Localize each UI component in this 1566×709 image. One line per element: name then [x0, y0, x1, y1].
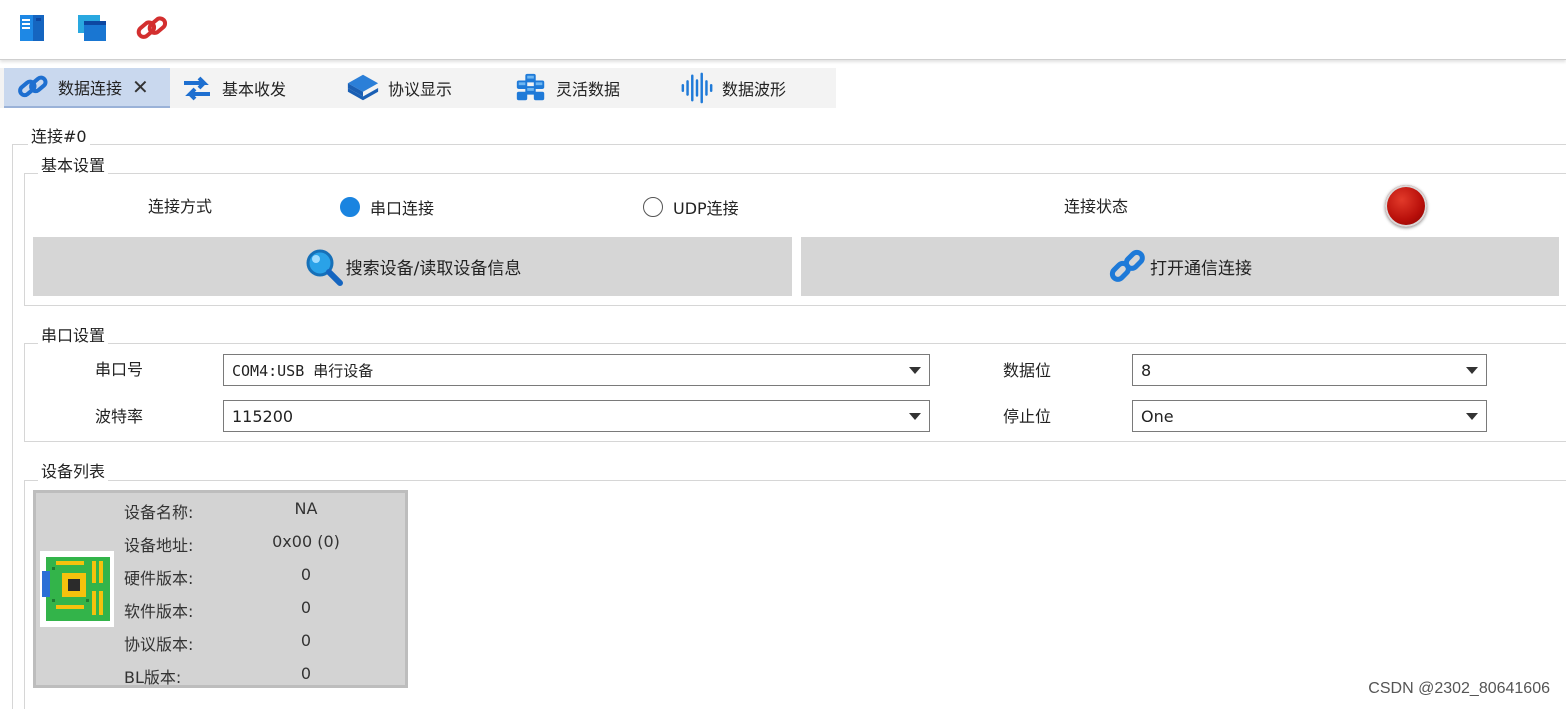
databits-value: 8 [1141, 360, 1152, 380]
bl-version-label: BL版本: [124, 668, 182, 687]
udp-connection-radio[interactable]: UDP连接 [643, 195, 739, 219]
layers-icon [346, 71, 380, 105]
protocol-version-label: 协议版本: [124, 635, 194, 654]
radio-selected-icon [340, 197, 360, 217]
tab-label: 数据波形 [722, 80, 787, 99]
tab-label: 灵活数据 [556, 80, 621, 99]
arrows-icon [180, 71, 214, 105]
radio-label: 串口连接 [370, 199, 435, 218]
stopbits-label: 停止位 [1003, 407, 1052, 426]
basic-settings-title: 基本设置 [38, 156, 109, 176]
device-name-label: 设备名称: [124, 503, 194, 522]
tab-label: 协议显示 [388, 80, 453, 99]
close-icon[interactable]: ✕ [132, 75, 149, 99]
tab-protocol-display[interactable]: 协议显示 [346, 68, 496, 108]
tab-label: 数据连接 [58, 79, 123, 98]
device-address-value: 0x00 (0) [272, 532, 340, 551]
search-device-button[interactable]: 搜索设备/读取设备信息 [33, 237, 792, 296]
databits-select[interactable]: 8 [1132, 354, 1487, 386]
serial-connection-radio[interactable]: 串口连接 [340, 195, 434, 219]
chevron-down-icon [1466, 413, 1478, 420]
top-toolbar [0, 0, 1566, 60]
software-version-value: 0 [300, 598, 312, 617]
windows-icon[interactable] [74, 10, 110, 46]
open-connection-button[interactable]: 打开通信连接 [801, 237, 1559, 296]
connection-status-indicator [1385, 185, 1427, 227]
protocol-version-value: 0 [300, 631, 312, 650]
tab-basic-transceive[interactable]: 基本收发 [180, 68, 330, 108]
link-icon [16, 70, 50, 104]
baud-value: 115200 [232, 406, 294, 426]
stopbits-value: One [1141, 406, 1174, 426]
stopbits-select[interactable]: One [1132, 400, 1487, 432]
connection-mode-label: 连接方式 [148, 197, 213, 216]
tab-label: 基本收发 [222, 80, 287, 99]
link-icon [1108, 247, 1148, 287]
tab-flexible-data[interactable]: 灵活数据 [514, 68, 664, 108]
hardware-version-label: 硬件版本: [124, 569, 194, 588]
baud-select[interactable]: 115200 [223, 400, 930, 432]
watermark: CSDN @2302_80641606 [1368, 680, 1550, 697]
book-icon[interactable] [14, 10, 50, 46]
hardware-version-value: 0 [300, 565, 312, 584]
device-card[interactable]: 设备名称: NA 设备地址: 0x00 (0) 硬件版本: 0 软件版本: 0 … [33, 490, 408, 688]
serial-settings-title: 串口设置 [38, 326, 109, 346]
software-version-label: 软件版本: [124, 602, 194, 621]
radio-label: UDP连接 [673, 199, 739, 218]
cubes-icon [514, 71, 548, 105]
chevron-down-icon [1466, 367, 1478, 374]
chevron-down-icon [909, 413, 921, 420]
radio-unselected-icon [643, 197, 663, 217]
tab-data-waveform[interactable]: 数据波形 [680, 68, 830, 108]
waveform-icon [680, 71, 714, 105]
databits-label: 数据位 [1003, 361, 1052, 380]
port-label: 串口号 [95, 360, 144, 379]
connection-status-label: 连接状态 [1064, 197, 1129, 216]
open-connection-label: 打开通信连接 [1150, 259, 1252, 279]
circuit-board-icon [40, 551, 114, 627]
magnifier-icon [304, 247, 344, 287]
device-address-label: 设备地址: [124, 536, 194, 555]
tab-bar: 数据连接 ✕ 基本收发 协议显示 灵活数据 数据波形 [0, 68, 836, 108]
connection-title: 连接#0 [28, 127, 90, 147]
device-list-title: 设备列表 [38, 462, 109, 482]
baud-label: 波特率 [95, 407, 144, 426]
port-select[interactable]: COM4:USB 串行设备 [223, 354, 930, 386]
device-name-value: NA [294, 499, 318, 518]
search-device-label: 搜索设备/读取设备信息 [345, 259, 522, 279]
tab-data-connection[interactable]: 数据连接 ✕ [4, 68, 170, 108]
bl-version-value: 0 [300, 664, 312, 683]
chevron-down-icon [909, 367, 921, 374]
link-icon[interactable] [134, 10, 170, 46]
port-value: COM4:USB 串行设备 [232, 361, 374, 380]
